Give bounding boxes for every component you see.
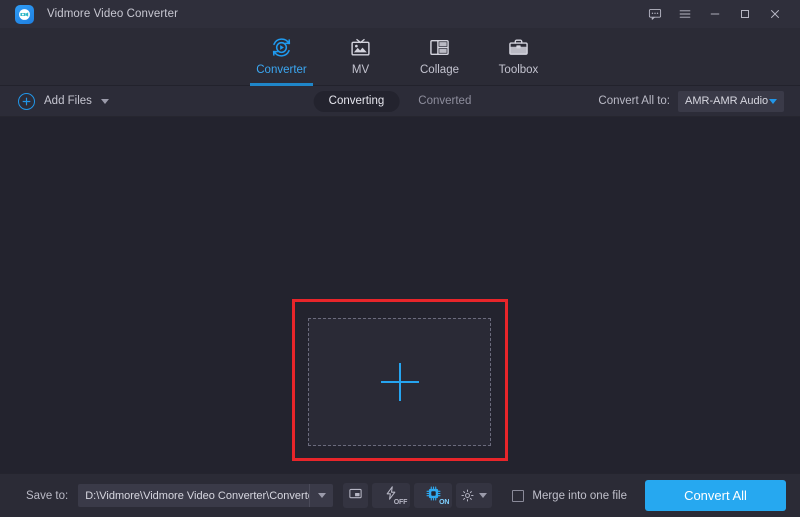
menu-button[interactable] <box>670 0 700 28</box>
chevron-down-icon[interactable] <box>100 98 109 104</box>
open-folder-button[interactable] <box>343 483 369 508</box>
chevron-down-icon <box>479 493 488 498</box>
gear-icon <box>460 488 475 503</box>
queue-tabs: Converting Converted <box>313 90 487 112</box>
media-dropzone[interactable] <box>308 318 491 446</box>
main-content: Click here to add media files or drag th… <box>0 117 800 485</box>
merge-into-one-file-label: Merge into one file <box>532 489 627 502</box>
hardware-accel-button[interactable]: OFF <box>372 483 411 508</box>
app-window: Vidmore Video Converter Converter MV Col… <box>0 0 800 517</box>
convert-all-button[interactable]: Convert All <box>645 480 786 511</box>
collage-layout-icon <box>427 32 452 62</box>
tab-mv[interactable]: MV <box>321 28 400 86</box>
bottom-bar: Save to: D:\Vidmore\Vidmore Video Conver… <box>0 473 800 517</box>
tab-converter[interactable]: Converter <box>242 28 321 86</box>
plus-icon <box>380 363 419 401</box>
convert-all-to-group: Convert All to: AMR-AMR Audio <box>598 90 784 112</box>
add-files-button[interactable]: Add Files <box>18 92 109 110</box>
tab-mv-label: MV <box>351 64 370 76</box>
tab-collage[interactable]: Collage <box>400 28 479 86</box>
action-toolbar: Add Files Converting Converted Convert A… <box>0 86 800 117</box>
bottom-right-group: Merge into one file Convert All <box>512 480 800 511</box>
add-files-label: Add Files <box>44 95 92 107</box>
convert-all-to-value: AMR-AMR Audio <box>685 95 769 107</box>
convert-all-to-label: Convert All to: <box>598 95 670 107</box>
window-controls <box>640 0 790 28</box>
app-icon <box>15 4 34 24</box>
save-to-label: Save to: <box>26 489 69 502</box>
title-bar: Vidmore Video Converter <box>0 0 800 28</box>
convert-all-to-select[interactable]: AMR-AMR Audio <box>678 90 784 112</box>
tab-converting[interactable]: Converting <box>313 90 400 112</box>
tab-toolbox[interactable]: Toolbox <box>479 28 558 86</box>
preferences-button[interactable] <box>456 483 493 508</box>
nav-tab-list: Converter MV Collage Toolbox <box>242 28 558 86</box>
save-path-value: D:\Vidmore\Vidmore Video Converter\Conve… <box>85 489 310 502</box>
merge-into-one-file-checkbox[interactable]: Merge into one file <box>512 489 627 502</box>
chevron-down-icon <box>769 98 777 104</box>
app-title: Vidmore Video Converter <box>47 8 179 20</box>
minimize-button[interactable] <box>700 0 730 28</box>
hardware-accel-state: OFF <box>393 499 408 506</box>
picture-frame-icon <box>348 32 373 62</box>
gpu-accel-button[interactable]: ON <box>414 483 453 508</box>
bottom-icon-buttons: OFF ON <box>343 483 493 508</box>
plus-circle-icon <box>18 92 35 110</box>
chevron-down-icon <box>317 493 326 498</box>
toolbox-icon <box>506 32 531 62</box>
close-button[interactable] <box>760 0 790 28</box>
save-path-input[interactable]: D:\Vidmore\Vidmore Video Converter\Conve… <box>78 484 334 507</box>
save-path-dropdown-button[interactable] <box>309 484 333 507</box>
tab-toolbox-label: Toolbox <box>498 64 539 76</box>
feedback-button[interactable] <box>640 0 670 28</box>
maximize-button[interactable] <box>730 0 760 28</box>
tab-converted[interactable]: Converted <box>403 91 486 112</box>
checkbox-box <box>512 489 525 502</box>
tab-collage-label: Collage <box>420 64 459 76</box>
open-folder-icon <box>348 486 363 506</box>
gpu-accel-state: ON <box>439 499 450 506</box>
convert-circle-play-icon <box>269 32 294 62</box>
main-nav: Converter MV Collage Toolbox <box>0 28 800 86</box>
tab-converter-label: Converter <box>256 64 307 76</box>
